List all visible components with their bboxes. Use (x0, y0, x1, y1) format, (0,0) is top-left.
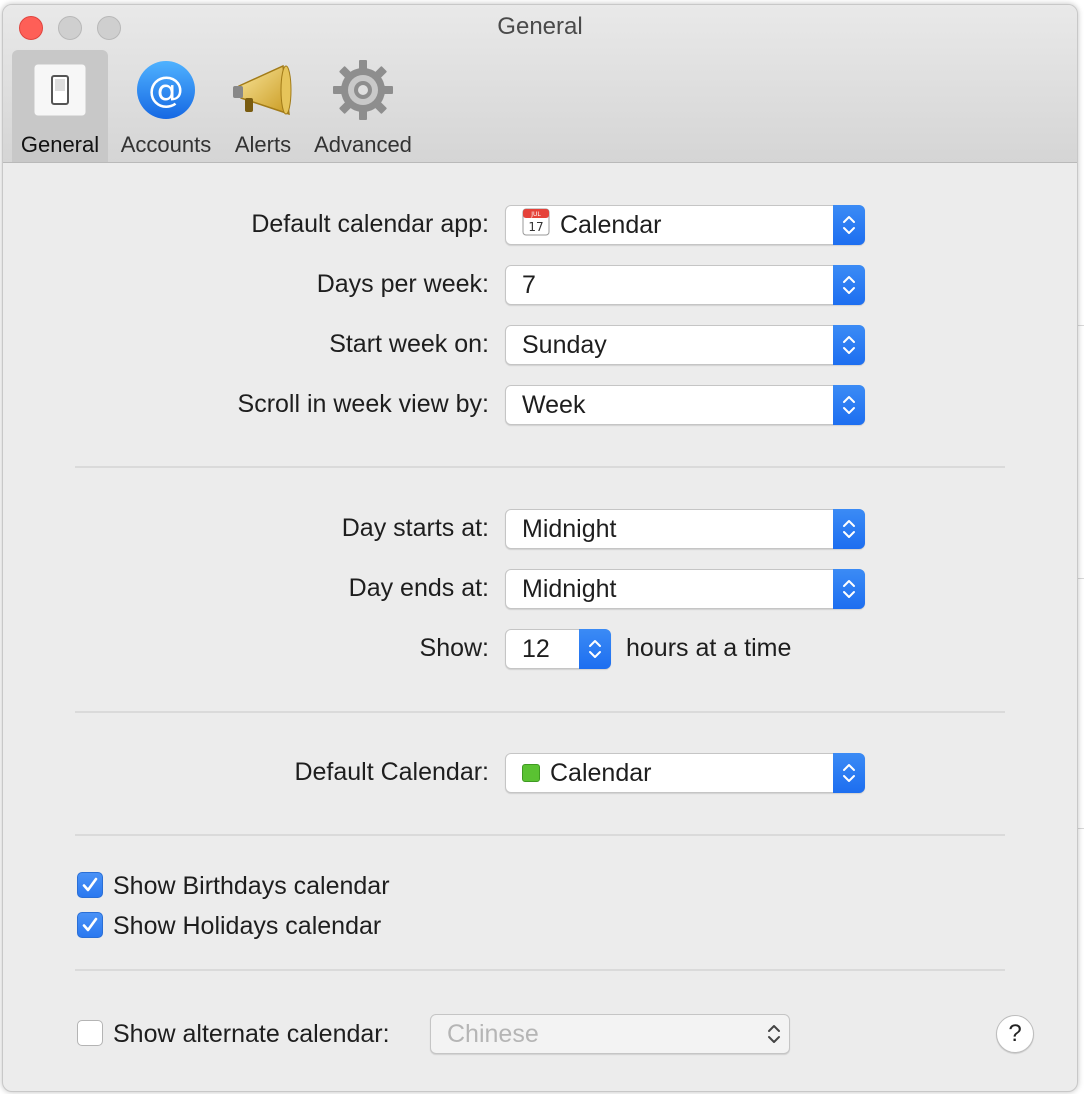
tab-general[interactable]: General (12, 50, 108, 162)
updown-chevron-icon (579, 628, 611, 669)
default-calendar-app-label: Default calendar app: (251, 210, 489, 238)
updown-chevron-icon (833, 752, 865, 793)
svg-text:17: 17 (528, 220, 543, 234)
show-alternate-calendar-label[interactable]: Show alternate calendar: (113, 1020, 390, 1049)
show-birthdays-label[interactable]: Show Birthdays calendar (113, 872, 390, 901)
calendar-color-swatch (522, 764, 540, 782)
start-week-on-popup[interactable]: Sunday (505, 324, 865, 365)
default-calendar-label: Default Calendar: (294, 758, 489, 786)
updown-chevron-icon (833, 264, 865, 305)
show-holidays-checkbox[interactable] (77, 912, 103, 938)
show-hours-value: 12 (522, 634, 550, 663)
show-holidays-label[interactable]: Show Holidays calendar (113, 912, 381, 941)
alternate-calendar-value: Chinese (447, 1019, 539, 1048)
days-per-week-label: Days per week: (316, 270, 489, 298)
updown-chevron-icon (833, 568, 865, 609)
gear-icon (331, 58, 395, 122)
scroll-week-view-value: Week (522, 390, 586, 419)
default-calendar-popup[interactable]: Calendar (505, 752, 865, 793)
start-week-on-value: Sunday (522, 330, 607, 359)
alternate-calendar-popup: Chinese (430, 1014, 790, 1054)
calendar-app-icon: JUL 17 (522, 208, 550, 243)
show-hours-suffix: hours at a time (626, 634, 792, 662)
day-ends-label: Day ends at: (348, 574, 489, 602)
scroll-week-view-popup[interactable]: Week (505, 384, 865, 425)
default-calendar-app-value: Calendar (560, 210, 662, 239)
updown-chevron-icon (758, 1014, 790, 1054)
megaphone-icon (231, 58, 295, 122)
svg-text:JUL: JUL (530, 211, 541, 218)
updown-chevron-icon (833, 508, 865, 549)
tab-alerts[interactable]: Alerts (225, 50, 301, 162)
section-divider (75, 969, 1005, 971)
default-calendar-value: Calendar (550, 758, 652, 787)
day-ends-popup[interactable]: Midnight (505, 568, 865, 609)
day-starts-label: Day starts at: (341, 514, 489, 542)
tab-advanced[interactable]: Advanced (307, 50, 419, 162)
section-divider (75, 711, 1005, 713)
scroll-week-view-label: Scroll in week view by: (237, 390, 489, 418)
updown-chevron-icon (833, 204, 865, 245)
day-starts-popup[interactable]: Midnight (505, 508, 865, 549)
updown-chevron-icon (833, 324, 865, 365)
show-birthdays-checkbox[interactable] (77, 872, 103, 898)
tab-accounts[interactable]: @ Accounts (113, 50, 219, 162)
days-per-week-value: 7 (522, 270, 536, 299)
window-title: General (497, 13, 583, 40)
tab-general-label: General (20, 132, 100, 157)
tab-advanced-label: Advanced (314, 132, 412, 157)
light-switch-icon (28, 58, 92, 122)
titlebar: General General @ Accounts Alerts Advanc… (3, 5, 1077, 163)
default-calendar-app-popup[interactable]: JUL 17 Calendar (505, 204, 865, 245)
help-button[interactable]: ? (996, 1015, 1034, 1053)
show-hours-popup[interactable]: 12 (505, 628, 611, 669)
day-ends-value: Midnight (522, 574, 617, 603)
checkmark-icon (82, 917, 98, 932)
checkmark-icon (82, 877, 98, 892)
preferences-window: General General @ Accounts Alerts Advanc… (2, 4, 1078, 1092)
section-divider (75, 834, 1005, 836)
day-starts-value: Midnight (522, 514, 617, 543)
svg-text:@: @ (148, 70, 184, 111)
tab-accounts-label: Accounts (120, 132, 212, 157)
general-pane: Default calendar app: JUL 17 Calendar Da… (3, 163, 1077, 1091)
updown-chevron-icon (833, 384, 865, 425)
at-sign-icon: @ (134, 58, 198, 122)
show-alternate-calendar-checkbox[interactable] (77, 1020, 103, 1046)
show-hours-label: Show: (419, 634, 489, 662)
tab-alerts-label: Alerts (234, 132, 292, 157)
section-divider (75, 466, 1005, 468)
start-week-on-label: Start week on: (329, 330, 489, 358)
days-per-week-popup[interactable]: 7 (505, 264, 865, 305)
